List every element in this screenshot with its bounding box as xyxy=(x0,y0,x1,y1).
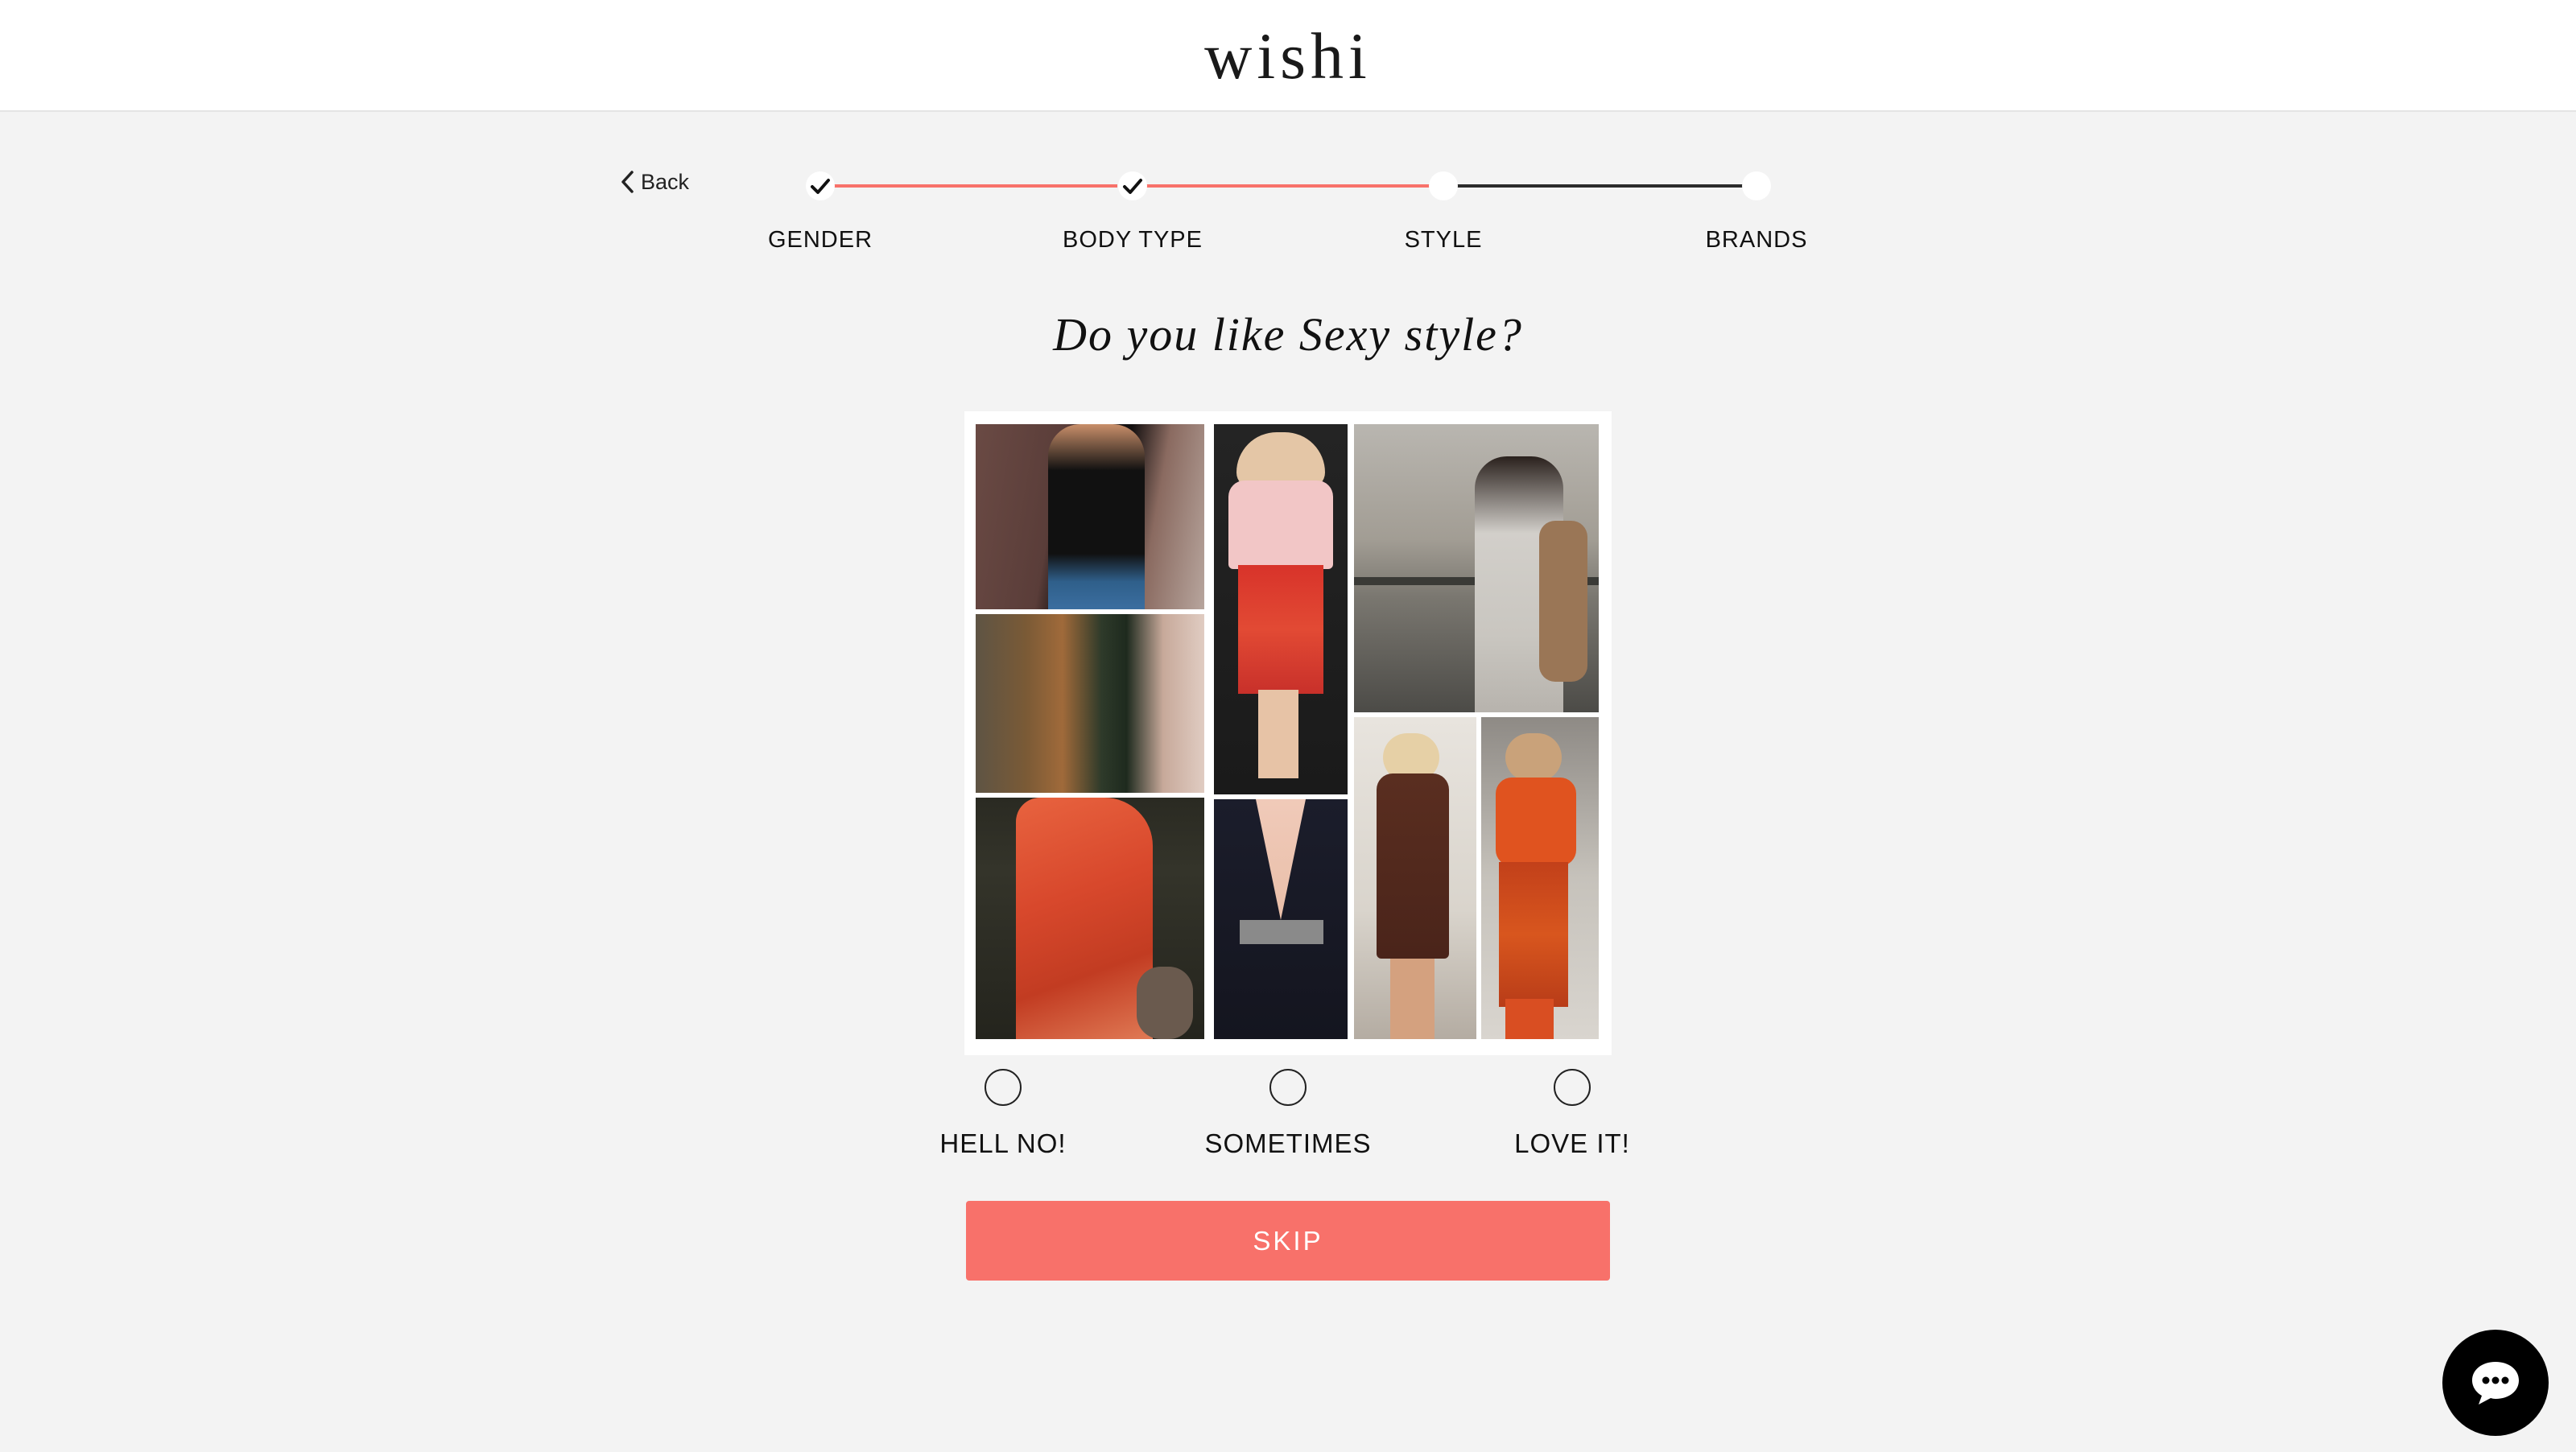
skip-button[interactable]: SKIP xyxy=(966,1201,1610,1281)
radio-sometimes[interactable] xyxy=(1269,1069,1307,1106)
collage-photo-black-plunge xyxy=(1214,799,1348,1039)
check-icon xyxy=(811,179,830,194)
step-node-body-type xyxy=(1118,171,1147,200)
progress-stepper: GENDER BODY TYPE STYLE BRANDS xyxy=(724,161,1884,274)
option-love-it[interactable]: LOVE IT! xyxy=(1443,1062,1701,1159)
option-hell-no[interactable]: HELL NO! xyxy=(874,1062,1132,1159)
collage-photo-red-satin xyxy=(976,798,1204,1039)
radio-love-it[interactable] xyxy=(1554,1069,1591,1106)
wishi-logo[interactable]: wishi xyxy=(0,18,2576,95)
step-node-brands xyxy=(1742,171,1771,200)
header-bar: wishi xyxy=(0,0,2576,112)
collage-photo-pink-blouse xyxy=(1214,424,1348,794)
step-label-gender: GENDER xyxy=(767,227,873,253)
option-label-love-it: LOVE IT! xyxy=(1514,1128,1630,1158)
collage-photo-brown-turtleneck xyxy=(1354,717,1476,1039)
step-label-brands: BRANDS xyxy=(1705,227,1808,253)
step-label-body-type: BODY TYPE xyxy=(1063,227,1203,253)
radio-hell-no[interactable] xyxy=(985,1069,1022,1106)
chat-launcher-button[interactable] xyxy=(2442,1330,2549,1436)
style-collage xyxy=(964,411,1612,1055)
collage-photo-grey-slip xyxy=(1354,424,1599,712)
back-link[interactable]: Back xyxy=(620,166,689,198)
option-label-sometimes: SOMETIMES xyxy=(1204,1128,1372,1158)
back-label: Back xyxy=(641,169,690,194)
check-icon xyxy=(1123,179,1142,194)
collage-photo-orange-sequin xyxy=(1481,717,1599,1039)
collage-photo-green-dress xyxy=(976,614,1204,793)
collage-photo-black-top xyxy=(976,424,1204,609)
chat-bubble-icon xyxy=(2472,1362,2519,1405)
option-label-hell-no: HELL NO! xyxy=(939,1128,1067,1158)
step-node-gender xyxy=(806,171,835,200)
option-sometimes[interactable]: SOMETIMES xyxy=(1159,1062,1417,1159)
step-line-style-brands xyxy=(1446,184,1745,188)
step-line-gender-bodytype xyxy=(819,184,1117,188)
step-line-bodytype-style xyxy=(1130,184,1430,188)
style-question: Do you like Sexy style? xyxy=(1053,308,1523,361)
step-label-style: STYLE xyxy=(1404,227,1483,253)
step-node-style xyxy=(1429,171,1458,200)
answer-options: HELL NO! SOMETIMES LOVE IT! xyxy=(886,1062,1690,1175)
chevron-left-icon xyxy=(621,171,634,193)
